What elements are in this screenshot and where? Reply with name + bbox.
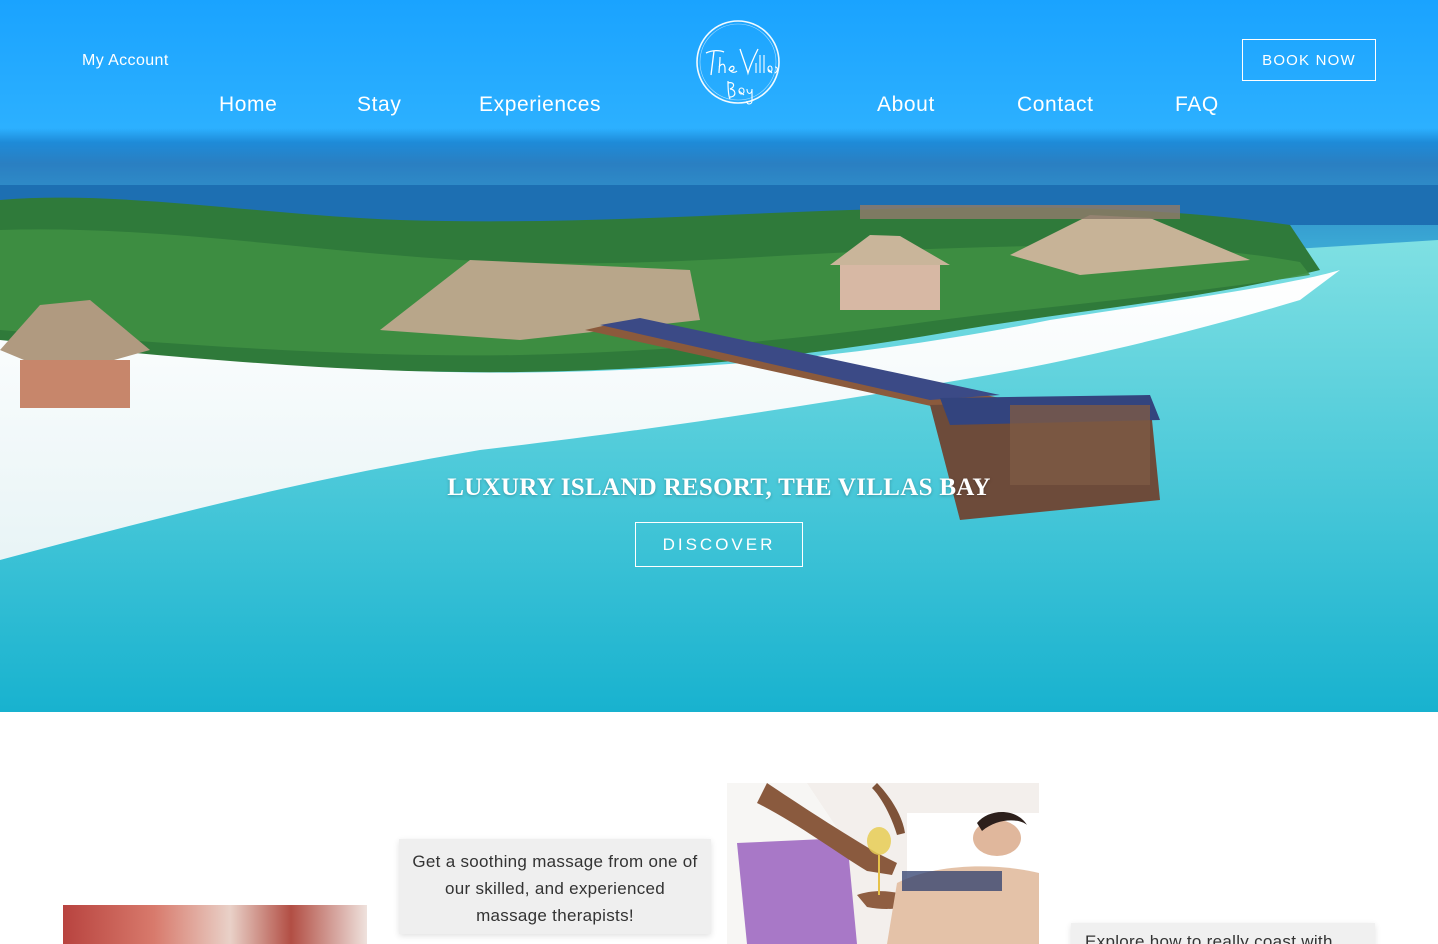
nav-about[interactable]: About [877,93,935,117]
massage-image[interactable] [727,783,1039,944]
massage-caption: Get a soothing massage from one of our s… [399,839,711,934]
book-now-button[interactable]: BOOK NOW [1242,39,1376,81]
nav-faq[interactable]: FAQ [1175,93,1219,117]
site-logo[interactable] [692,17,784,107]
hero-title: LUXURY ISLAND RESORT, THE VILLAS BAY [447,474,991,501]
hero-section: My Account Home Stay Experiences About C… [0,0,1438,712]
coast-caption: Explore how to really coast with [1071,923,1375,944]
discover-button[interactable]: DISCOVER [635,522,803,567]
my-account-link[interactable]: My Account [82,52,169,70]
nav-experiences[interactable]: Experiences [479,93,601,117]
nav-contact[interactable]: Contact [1017,93,1094,117]
nav-home[interactable]: Home [219,93,277,117]
experience-image-left[interactable] [63,905,367,944]
nav-stay[interactable]: Stay [357,93,401,117]
